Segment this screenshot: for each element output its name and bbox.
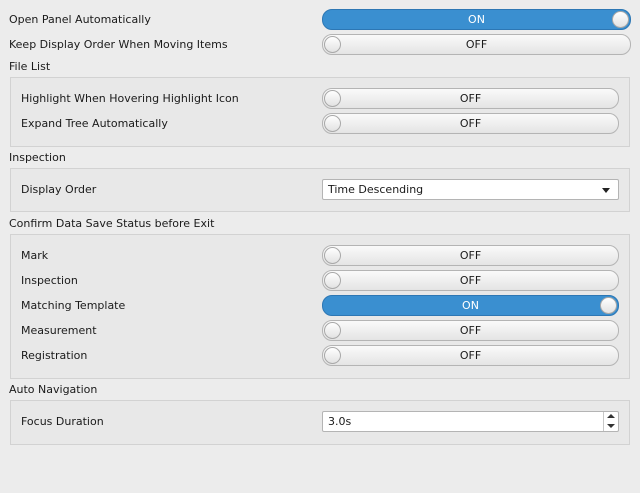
focus-duration-label: Focus Duration xyxy=(21,415,104,428)
spin-down-icon[interactable] xyxy=(604,421,618,430)
open-panel-label: Open Panel Automatically xyxy=(9,13,151,26)
registration-toggle[interactable]: OFF xyxy=(322,345,619,366)
matching-template-label: Matching Template xyxy=(21,299,126,312)
measurement-label: Measurement xyxy=(21,324,97,337)
keep-order-toggle[interactable]: OFF xyxy=(322,34,631,55)
registration-label: Registration xyxy=(21,349,88,362)
toggle-knob xyxy=(612,11,629,28)
measurement-state: OFF xyxy=(459,324,482,337)
highlight-state: OFF xyxy=(459,92,482,105)
toggle-knob xyxy=(324,36,341,53)
inspection-title: Inspection xyxy=(9,151,66,164)
mark-label: Mark xyxy=(21,249,49,262)
keep-order-state: OFF xyxy=(465,38,488,51)
focus-duration-spinbox[interactable]: 3.0s xyxy=(322,411,619,432)
inspection-save-toggle[interactable]: OFF xyxy=(322,270,619,291)
expand-tree-toggle[interactable]: OFF xyxy=(322,113,619,134)
expand-tree-label: Expand Tree Automatically xyxy=(21,117,168,130)
expand-tree-state: OFF xyxy=(459,117,482,130)
auto-navigation-title: Auto Navigation xyxy=(9,383,98,396)
keep-order-label: Keep Display Order When Moving Items xyxy=(9,38,228,51)
chevron-down-icon xyxy=(602,188,610,193)
measurement-toggle[interactable]: OFF xyxy=(322,320,619,341)
open-panel-toggle[interactable]: ON xyxy=(322,9,631,30)
highlight-label: Highlight When Hovering Highlight Icon xyxy=(21,92,239,105)
open-panel-state: ON xyxy=(468,13,485,26)
display-order-label: Display Order xyxy=(21,183,97,196)
toggle-knob xyxy=(324,272,341,289)
confirm-save-title: Confirm Data Save Status before Exit xyxy=(9,217,215,230)
display-order-select[interactable]: Time Descending xyxy=(322,179,619,200)
toggle-knob xyxy=(600,297,617,314)
focus-duration-value[interactable]: 3.0s xyxy=(328,415,351,429)
toggle-knob xyxy=(324,247,341,264)
highlight-toggle[interactable]: OFF xyxy=(322,88,619,109)
mark-toggle[interactable]: OFF xyxy=(322,245,619,266)
spin-buttons xyxy=(603,412,618,431)
mark-state: OFF xyxy=(459,249,482,262)
toggle-knob xyxy=(324,90,341,107)
inspection-save-label: Inspection xyxy=(21,274,78,287)
matching-template-toggle[interactable]: ON xyxy=(322,295,619,316)
matching-template-state: ON xyxy=(462,299,479,312)
toggle-knob xyxy=(324,115,341,132)
registration-state: OFF xyxy=(459,349,482,362)
file-list-title: File List xyxy=(9,60,51,73)
inspection-save-state: OFF xyxy=(459,274,482,287)
spin-up-icon[interactable] xyxy=(604,412,618,421)
display-order-value: Time Descending xyxy=(328,183,424,196)
toggle-knob xyxy=(324,322,341,339)
toggle-knob xyxy=(324,347,341,364)
